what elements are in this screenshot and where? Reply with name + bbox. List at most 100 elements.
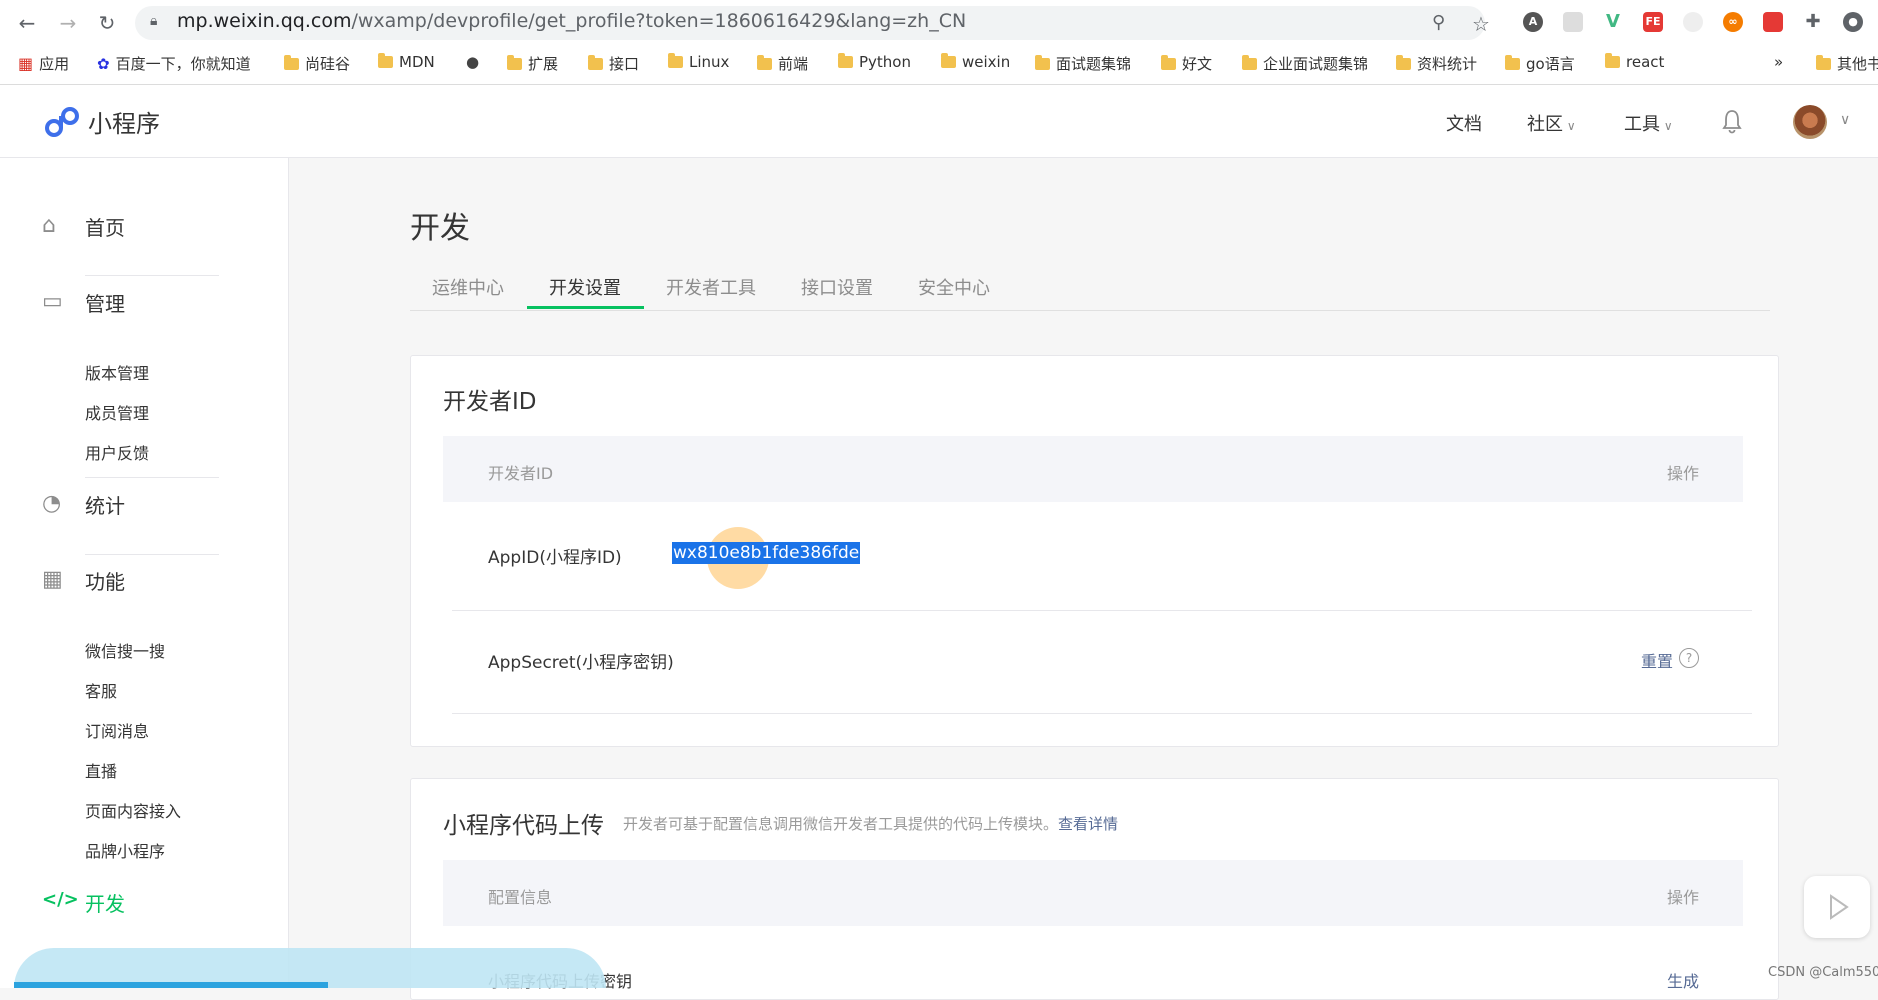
folder-icon bbox=[588, 54, 603, 70]
folder-icon bbox=[1505, 54, 1520, 70]
column-header-id: 开发者ID bbox=[488, 464, 554, 483]
table-header bbox=[443, 860, 1743, 926]
appsecret-label: AppSecret(小程序密钥) bbox=[488, 653, 674, 673]
description-text: 开发者可基于配置信息调用微信开发者工具提供的代码上传模块。 bbox=[623, 815, 1059, 833]
sidebar-item-brand[interactable]: 品牌小程序 bbox=[85, 838, 165, 862]
more-icon: » bbox=[1774, 53, 1784, 71]
lock-icon[interactable]: 🔒︎ bbox=[150, 13, 157, 29]
generate-key-link[interactable]: 生成 bbox=[1667, 968, 1699, 992]
divider bbox=[85, 477, 219, 478]
help-icon[interactable]: ? bbox=[1679, 648, 1699, 668]
row-divider bbox=[452, 610, 1752, 611]
bookmark-label: 好文 bbox=[1182, 55, 1213, 73]
reset-secret-link[interactable]: 重置 bbox=[1641, 648, 1673, 672]
bookmark-folder[interactable]: 面试题集锦 bbox=[1035, 53, 1131, 74]
bookmark-folder[interactable]: 接口 bbox=[588, 53, 639, 74]
url-text[interactable]: mp.weixin.qq.com/wxamp/devprofile/get_pr… bbox=[177, 10, 966, 32]
tab-ops-center[interactable]: 运维中心 bbox=[432, 274, 504, 300]
folder-icon bbox=[284, 54, 299, 70]
bookmark-folder[interactable]: Python bbox=[838, 53, 911, 71]
column-header-action: 操作 bbox=[1667, 888, 1700, 907]
bookmark-folder[interactable]: Linux bbox=[668, 53, 729, 71]
extension-red-icon[interactable] bbox=[1763, 12, 1783, 32]
home-icon: ⌂ bbox=[42, 213, 56, 238]
url-host: mp.weixin.qq.com bbox=[177, 10, 352, 32]
tab-dev-settings[interactable]: 开发设置 bbox=[549, 274, 621, 300]
sidebar-item-subscribe-msg[interactable]: 订阅消息 bbox=[85, 718, 149, 742]
bookmark-folder[interactable]: react bbox=[1605, 53, 1664, 71]
forward-icon[interactable]: → bbox=[55, 10, 81, 36]
sidebar-item-customer-service[interactable]: 客服 bbox=[85, 678, 117, 702]
nav-label: 社区 bbox=[1527, 114, 1563, 135]
view-details-link[interactable]: 查看详情 bbox=[1058, 815, 1118, 833]
video-progress-bar[interactable] bbox=[14, 982, 328, 988]
active-tab-indicator bbox=[527, 306, 644, 309]
sidebar-item-label: 功能 bbox=[85, 569, 125, 594]
bookmark-label: 应用 bbox=[39, 55, 70, 73]
bookmark-folder[interactable]: 资料统计 bbox=[1396, 53, 1477, 74]
sidebar-item-version[interactable]: 版本管理 bbox=[85, 360, 149, 384]
miniprogram-logo-icon[interactable] bbox=[42, 102, 82, 142]
sidebar-item-wechat-search[interactable]: 微信搜一搜 bbox=[85, 638, 165, 662]
folder-icon bbox=[757, 54, 772, 70]
folder-icon bbox=[1816, 54, 1831, 70]
folder-icon bbox=[1605, 53, 1620, 68]
bookmark-apps[interactable]: ▦ 应用 bbox=[18, 53, 69, 74]
vue-devtools-icon[interactable]: V bbox=[1603, 12, 1623, 32]
extension-infinity-icon[interactable]: ∞ bbox=[1723, 12, 1743, 32]
sidebar-item-label: 统计 bbox=[85, 493, 125, 518]
avatar[interactable] bbox=[1793, 105, 1827, 139]
folder-icon bbox=[941, 53, 956, 68]
bookmark-folder[interactable]: 尚硅谷 bbox=[284, 53, 350, 74]
nav-tools[interactable]: 工具 ∨ bbox=[1624, 110, 1673, 136]
sidebar-item-live[interactable]: 直播 bbox=[85, 758, 117, 782]
divider bbox=[85, 275, 219, 276]
bookmark-folder[interactable]: MDN bbox=[378, 53, 435, 71]
brand-title[interactable]: 小程序 bbox=[88, 104, 160, 139]
folder-icon bbox=[1242, 54, 1257, 70]
profile-icon[interactable]: ● bbox=[1843, 12, 1863, 32]
bookmark-globe[interactable]: ● bbox=[466, 53, 479, 71]
bookmark-folder[interactable]: 前端 bbox=[757, 53, 808, 74]
inbox-icon: ▭ bbox=[42, 289, 63, 314]
bookmark-folder[interactable]: 企业面试题集锦 bbox=[1242, 53, 1368, 74]
bookmark-label: 尚硅谷 bbox=[305, 55, 351, 73]
extension-fe-icon[interactable]: FE bbox=[1643, 12, 1663, 32]
sidebar-item-page-content[interactable]: 页面内容接入 bbox=[85, 798, 181, 822]
sidebar-item-members[interactable]: 成员管理 bbox=[85, 400, 149, 424]
extension-circle-icon[interactable] bbox=[1683, 12, 1703, 32]
tab-security-center[interactable]: 安全中心 bbox=[918, 274, 990, 300]
bookmark-folder[interactable]: go语言 bbox=[1505, 53, 1575, 74]
chevron-down-icon[interactable]: ∨ bbox=[1840, 112, 1850, 128]
sidebar-item-label: 首页 bbox=[85, 215, 125, 240]
tab-api-settings[interactable]: 接口设置 bbox=[801, 274, 873, 300]
play-icon bbox=[1830, 894, 1849, 920]
bookmark-label: react bbox=[1626, 53, 1665, 71]
extension-a-icon[interactable]: A bbox=[1523, 12, 1543, 32]
nav-docs[interactable]: 文档 bbox=[1446, 110, 1482, 136]
tab-dev-tools[interactable]: 开发者工具 bbox=[666, 274, 756, 300]
chevron-down-icon: ∨ bbox=[1660, 119, 1673, 133]
sidebar-item-label: 开发 bbox=[85, 891, 125, 916]
video-play-button[interactable] bbox=[1804, 876, 1870, 938]
zoom-icon[interactable]: ⚲ bbox=[1432, 12, 1445, 33]
bookmark-label: 面试题集锦 bbox=[1056, 55, 1132, 73]
nav-community[interactable]: 社区 ∨ bbox=[1527, 110, 1576, 136]
chevron-down-icon: ∨ bbox=[1563, 119, 1576, 133]
bell-icon[interactable] bbox=[1720, 108, 1744, 134]
reload-icon[interactable]: ↻ bbox=[94, 10, 120, 36]
back-icon[interactable]: ← bbox=[14, 10, 40, 36]
bookmarks-overflow[interactable]: » bbox=[1774, 53, 1783, 71]
extension-grid-icon[interactable] bbox=[1563, 12, 1583, 32]
bookmark-folder[interactable]: 扩展 bbox=[507, 53, 558, 74]
sidebar-item-feedback[interactable]: 用户反馈 bbox=[85, 440, 149, 464]
extensions-puzzle-icon[interactable]: ✚ bbox=[1803, 12, 1823, 32]
bookmark-other-folder[interactable]: 其他书 bbox=[1816, 53, 1878, 74]
appid-value[interactable]: wx810e8b1fde386fde bbox=[672, 542, 861, 564]
star-icon[interactable]: ☆ bbox=[1472, 12, 1490, 36]
bookmark-label: 其他书 bbox=[1837, 55, 1878, 73]
bookmark-folder[interactable]: 好文 bbox=[1161, 53, 1212, 74]
pie-chart-icon: ◔ bbox=[42, 491, 62, 516]
bookmark-folder[interactable]: weixin bbox=[941, 53, 1010, 71]
bookmark-baidu[interactable]: ✿ 百度一下，你就知道 bbox=[97, 53, 251, 74]
